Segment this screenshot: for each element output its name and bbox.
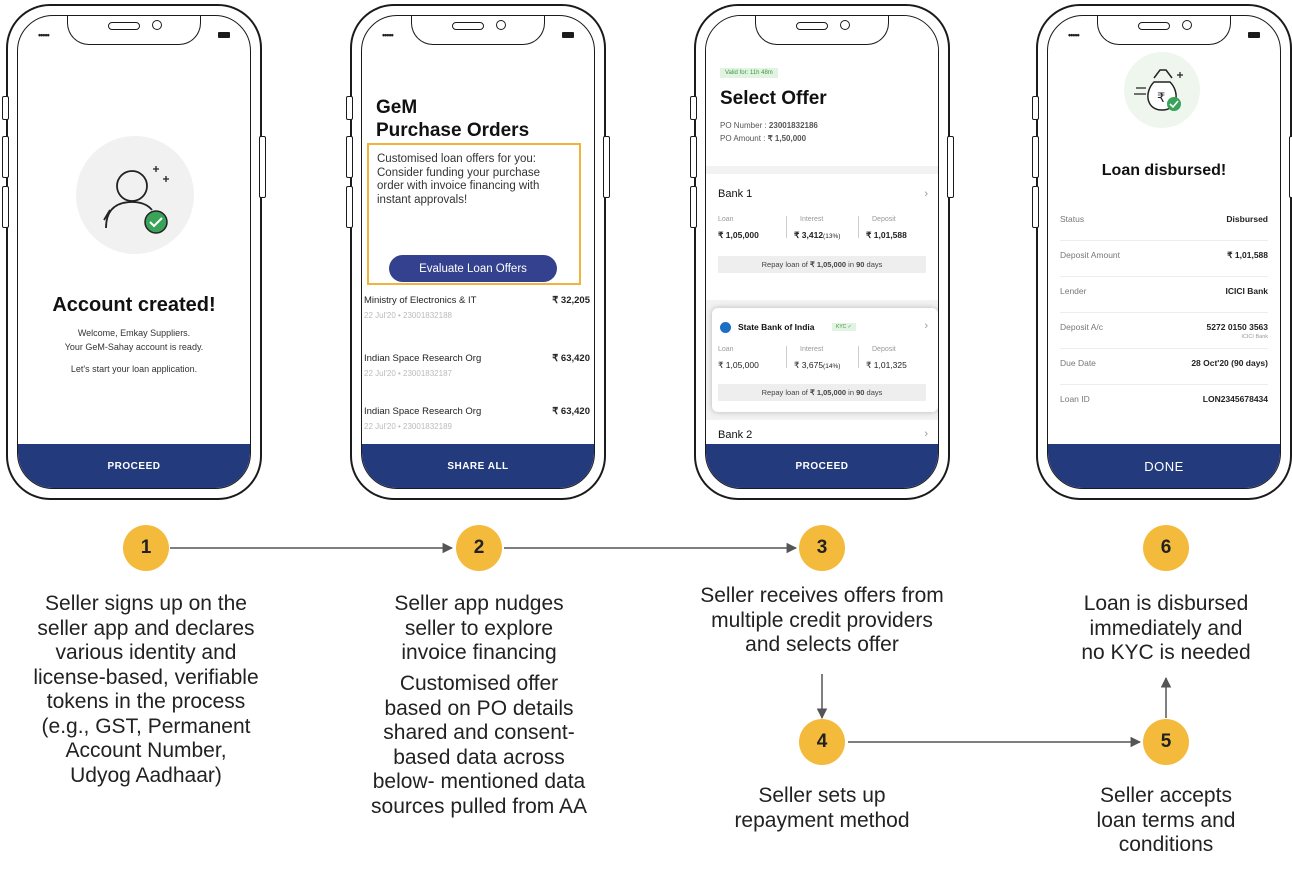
notch xyxy=(755,16,889,45)
step-2-badge: 2 xyxy=(456,525,502,571)
step-3-caption: Seller receives offers from multiple cred… xyxy=(700,584,944,656)
step-5-badge: 5 xyxy=(1143,719,1189,765)
step-6-badge: 6 xyxy=(1143,525,1189,571)
step-4-caption: Seller sets up repayment method xyxy=(734,784,910,832)
notch xyxy=(67,16,201,45)
step-1-caption: Seller signs up on the seller app and dec… xyxy=(33,592,259,787)
notch xyxy=(1097,16,1231,45)
step-4-badge: 4 xyxy=(799,719,845,765)
step-6-caption: Loan is disbursed immediately and no KYC … xyxy=(1081,592,1251,664)
step-5-caption: Seller accepts loan terms and conditions xyxy=(1096,784,1236,856)
step-1-badge: 1 xyxy=(123,525,169,571)
step-2-caption-detail: Customised offer based on PO details shar… xyxy=(371,672,587,818)
notch xyxy=(411,16,545,45)
step-3-badge: 3 xyxy=(799,525,845,571)
step-2-caption: Seller app nudges seller to explore invoi… xyxy=(394,592,564,664)
